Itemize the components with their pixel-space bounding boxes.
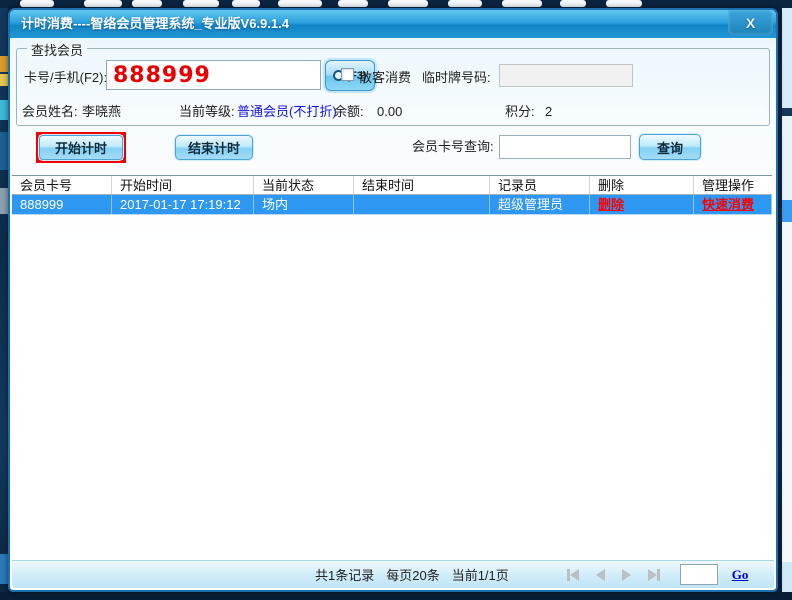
background-window-fragment xyxy=(782,562,792,592)
cell-start-time: 2017-01-17 17:19:12 xyxy=(112,195,254,214)
focus-highlight-rectangle: 开始计时 xyxy=(36,132,126,163)
background-window-fragment xyxy=(782,108,792,116)
prev-page-icon[interactable] xyxy=(596,569,605,581)
header-recorder[interactable]: 记录员 xyxy=(490,176,590,194)
points-label: 积分: xyxy=(505,104,535,120)
background-window-fragment xyxy=(0,74,8,86)
current-page: 当前1/1页 xyxy=(452,565,509,584)
background-window-fragment xyxy=(782,8,792,108)
first-page-icon[interactable] xyxy=(567,569,579,581)
balance-label: 余额: xyxy=(334,104,364,120)
background-window-fragment xyxy=(606,0,642,7)
delete-link[interactable]: 删除 xyxy=(598,197,624,212)
background-window-fragment xyxy=(338,0,368,7)
close-icon: X xyxy=(746,9,755,37)
cell-status: 场内 xyxy=(254,195,354,214)
last-page-icon[interactable] xyxy=(648,569,660,581)
stop-timing-button[interactable]: 结束计时 xyxy=(175,135,253,160)
background-window-fragment xyxy=(0,554,8,584)
header-end-time[interactable]: 结束时间 xyxy=(354,176,490,194)
walkin-consumption-checkbox[interactable] xyxy=(341,68,354,81)
header-delete[interactable]: 删除 xyxy=(590,176,694,194)
walkin-consumption-label: 散客消费 xyxy=(359,70,411,86)
background-window-fragment xyxy=(20,0,54,7)
table-header-row: 会员卡号 开始时间 当前状态 结束时间 记录员 删除 管理操作 xyxy=(12,175,772,195)
record-count: 共1条记录 xyxy=(315,565,374,584)
background-window-fragment xyxy=(183,0,219,7)
timing-records-table: 会员卡号 开始时间 当前状态 结束时间 记录员 删除 管理操作 888999 2… xyxy=(12,175,772,215)
temp-tag-label: 临时牌号码: xyxy=(422,70,491,86)
close-button[interactable]: X xyxy=(728,10,773,35)
member-name-value: 李晓燕 xyxy=(82,104,121,120)
cell-card: 888999 xyxy=(12,195,112,214)
background-window-fragment xyxy=(278,0,322,7)
background-window-fragment xyxy=(448,0,482,7)
next-page-icon[interactable] xyxy=(622,569,631,581)
background-window-fragment xyxy=(232,0,260,7)
background-window-fragment xyxy=(502,0,542,7)
balance-value: 0.00 xyxy=(377,104,402,120)
header-start-time[interactable]: 开始时间 xyxy=(112,176,254,194)
find-member-groupbox: 查找会员 卡号/手机(F2): (F3) 散客消费 临时牌号码: 会员姓名: 李… xyxy=(16,48,770,126)
dialog-content: 查找会员 卡号/手机(F2): (F3) 散客消费 临时牌号码: 会员姓名: 李… xyxy=(10,38,776,590)
query-button[interactable]: 查询 xyxy=(639,134,701,160)
background-left-strip xyxy=(0,8,8,592)
background-window-fragment xyxy=(560,0,586,7)
card-query-label: 会员卡号查询: xyxy=(412,139,494,155)
header-status[interactable]: 当前状态 xyxy=(254,176,354,194)
go-link[interactable]: Go xyxy=(732,567,749,583)
page-number-input[interactable] xyxy=(680,564,718,585)
title-bar[interactable]: 计时消费----智络会员管理系统_专业版V6.9.1.4 X xyxy=(10,10,776,38)
per-page-count: 每页20条 xyxy=(386,565,439,584)
points-value: 2 xyxy=(545,104,552,120)
member-level-label: 当前等级: xyxy=(179,104,235,120)
card-query-input[interactable] xyxy=(499,135,631,159)
temp-tag-input xyxy=(499,64,633,87)
background-window-fragment xyxy=(388,0,428,7)
table-row[interactable]: 888999 2017-01-17 17:19:12 场内 超级管理员 删除 快… xyxy=(12,195,772,215)
background-window-fragment xyxy=(0,100,8,120)
background-window-fragment xyxy=(782,116,792,200)
cell-end-time xyxy=(354,195,490,214)
window-title: 计时消费----智络会员管理系统_专业版V6.9.1.4 xyxy=(21,16,289,31)
background-right-strip xyxy=(782,8,792,592)
start-timing-button[interactable]: 开始计时 xyxy=(39,135,123,160)
background-window-fragment xyxy=(84,0,122,7)
member-name-label: 会员姓名: xyxy=(22,104,78,120)
cell-recorder: 超级管理员 xyxy=(490,195,590,214)
background-window-fragment xyxy=(782,222,792,562)
card-phone-label: 卡号/手机(F2): xyxy=(24,70,107,86)
header-manage[interactable]: 管理操作 xyxy=(694,176,772,194)
card-number-input[interactable] xyxy=(106,60,321,90)
background-window-fragment xyxy=(782,200,792,222)
background-window-fragment xyxy=(0,56,8,72)
pagination xyxy=(567,569,660,581)
background-window-fragment xyxy=(132,0,162,7)
header-card[interactable]: 会员卡号 xyxy=(12,176,112,194)
record-summary: 共1条记录 每页20条 当前1/1页 xyxy=(315,565,509,584)
timed-consumption-dialog: 计时消费----智络会员管理系统_专业版V6.9.1.4 X 查找会员 卡号/手… xyxy=(8,8,778,592)
background-window-fragment xyxy=(0,132,8,170)
status-bar: 共1条记录 每页20条 当前1/1页 Go xyxy=(12,560,774,588)
background-window-fragment xyxy=(0,188,8,214)
quick-consume-link[interactable]: 快速消费 xyxy=(702,197,754,212)
member-level-value: 普通会员(不打折) xyxy=(237,104,337,120)
groupbox-legend: 查找会员 xyxy=(27,40,87,59)
